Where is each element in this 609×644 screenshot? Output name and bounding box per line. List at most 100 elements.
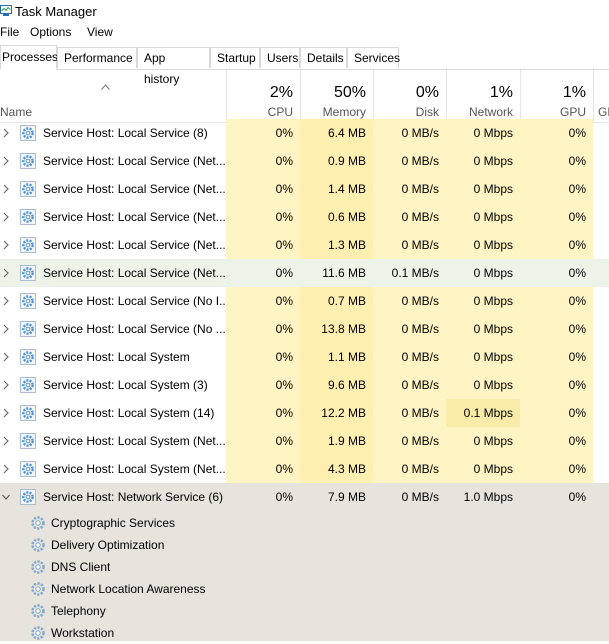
chevron-right-icon[interactable]	[2, 464, 10, 474]
column-name-label[interactable]: Name	[0, 105, 32, 119]
sort-ascending-icon[interactable]	[101, 84, 110, 90]
service-gear-icon	[20, 489, 36, 505]
tab-details[interactable]: Details	[300, 47, 347, 68]
column-gpu-engine[interactable]: GP	[593, 70, 609, 122]
tab-app-history[interactable]: App history	[137, 47, 210, 86]
process-row[interactable]: Service Host: Local Service (Net... 0% 0.6…	[0, 203, 609, 231]
process-row[interactable]: Service Host: Local System (Net... 0% 1.9 …	[0, 427, 609, 455]
tab-strip: Processes Performance App history Startu…	[0, 45, 609, 86]
service-child-row[interactable]: Network Location Awareness	[0, 578, 609, 600]
process-row[interactable]: Service Host: Local System (3) 0% 9.6 MB 0 …	[0, 371, 609, 399]
menu-view[interactable]: View	[87, 25, 113, 39]
service-child-name: Network Location Awareness	[51, 582, 206, 596]
network-cell: 0 Mbps	[446, 147, 520, 175]
chevron-right-icon[interactable]	[2, 268, 10, 278]
tab-processes[interactable]: Processes	[0, 45, 58, 70]
service-gear-icon	[20, 405, 36, 421]
service-gear-icon	[31, 604, 45, 618]
cpu-cell: 0%	[226, 315, 300, 343]
chevron-right-icon[interactable]	[2, 436, 10, 446]
process-row[interactable]: Service Host: Local System (14) 0% 12.2 MB…	[0, 399, 609, 427]
service-child-row[interactable]: Telephony	[0, 600, 609, 622]
chevron-right-icon[interactable]	[2, 184, 10, 194]
process-row[interactable]: Service Host: Local System 0% 1.1 MB 0 MB/s…	[0, 343, 609, 371]
process-row[interactable]: Service Host: Local Service (8) 0% 6.4 MB 0…	[0, 119, 609, 147]
process-row[interactable]: Service Host: Local Service (Net... 0% 11.…	[0, 259, 609, 287]
column-disk[interactable]: 0% Disk	[373, 70, 446, 122]
chevron-right-icon[interactable]	[2, 324, 10, 334]
network-cell: 1.0 Mbps	[463, 490, 513, 504]
memory-cell: 9.6 MB	[300, 371, 373, 399]
column-network[interactable]: 1% Network	[446, 70, 520, 122]
service-gear-icon	[20, 377, 36, 393]
process-row[interactable]: Service Host: Local Service (Net... 0% 0.9…	[0, 147, 609, 175]
gpu-cell: 0%	[520, 147, 593, 175]
process-row[interactable]: Service Host: Network Service (6) 0% 7.9 M…	[0, 483, 609, 511]
memory-cell: 0.9 MB	[300, 147, 373, 175]
title-bar: Task Manager	[0, 0, 609, 22]
process-row[interactable]: Service Host: Local Service (No I... 0% 0.…	[0, 287, 609, 315]
column-gpu[interactable]: 1% GPU	[520, 70, 593, 122]
process-row[interactable]: Service Host: Local Service (Net... 0% 1.4…	[0, 175, 609, 203]
gpu-cell: 0%	[520, 455, 593, 483]
process-name: Service Host: Local Service (No I...	[43, 294, 225, 308]
cpu-cell: 0%	[226, 119, 300, 147]
task-manager-app-icon	[0, 5, 12, 16]
network-total-percent: 1%	[489, 84, 513, 101]
memory-cell: 1.9 MB	[300, 427, 373, 455]
service-gear-icon	[20, 349, 36, 365]
service-gear-icon	[20, 433, 36, 449]
disk-cell: 0 MB/s	[373, 455, 446, 483]
service-child-row[interactable]: DNS Client	[0, 556, 609, 578]
tab-performance[interactable]: Performance	[57, 47, 137, 68]
tab-services[interactable]: Services	[347, 47, 400, 68]
tab-startup[interactable]: Startup	[210, 47, 260, 68]
chevron-right-icon[interactable]	[2, 240, 10, 250]
process-name: Service Host: Local Service (Net...	[43, 210, 225, 224]
service-child-name: Cryptographic Services	[51, 516, 176, 530]
service-gear-icon	[20, 237, 36, 253]
gpu-cell: 0%	[520, 119, 593, 147]
column-cpu[interactable]: 2% CPU	[226, 70, 300, 122]
disk-cell: 0 MB/s	[373, 231, 446, 259]
disk-cell: 0 MB/s	[373, 427, 446, 455]
process-row[interactable]: Service Host: Local System (Net... 0% 4.3 …	[0, 455, 609, 483]
gpu-cell: 0%	[568, 266, 586, 280]
service-child-row[interactable]: Cryptographic Services	[0, 512, 609, 534]
cpu-cell: 0%	[275, 490, 293, 504]
memory-cell: 1.3 MB	[300, 231, 373, 259]
service-child-row[interactable]: Delivery Optimization	[0, 534, 609, 556]
column-memory[interactable]: 50% Memory	[300, 70, 373, 122]
service-child-name: DNS Client	[51, 560, 111, 574]
chevron-right-icon[interactable]	[2, 408, 10, 418]
process-row[interactable]: Service Host: Local Service (No ... 0% 13.…	[0, 315, 609, 343]
chevron-down-icon[interactable]	[2, 492, 10, 502]
menu-file[interactable]: File	[0, 25, 19, 39]
chevron-right-icon[interactable]	[2, 212, 10, 222]
cpu-cell: 0%	[226, 175, 300, 203]
chevron-right-icon[interactable]	[2, 156, 10, 166]
process-name: Service Host: Network Service (6)	[43, 490, 224, 504]
gpu-cell: 0%	[520, 315, 593, 343]
tab-users[interactable]: Users	[260, 47, 300, 68]
gpu-cell: 0%	[520, 399, 593, 427]
window-title: Task Manager	[15, 4, 97, 19]
chevron-right-icon[interactable]	[2, 380, 10, 390]
gpu-cell: 0%	[520, 175, 593, 203]
memory-cell: 6.4 MB	[300, 119, 373, 147]
chevron-right-icon[interactable]	[2, 128, 10, 138]
menu-options[interactable]: Options	[30, 25, 71, 39]
memory-total-percent: 50%	[333, 84, 366, 101]
chevron-right-icon[interactable]	[2, 296, 10, 306]
service-gear-icon	[20, 153, 36, 169]
chevron-right-icon[interactable]	[2, 352, 10, 362]
network-cell: 0 Mbps	[446, 315, 520, 343]
network-cell: 0 Mbps	[446, 343, 520, 371]
disk-cell: 0 MB/s	[373, 399, 446, 427]
service-gear-icon	[20, 293, 36, 309]
process-name: Service Host: Local Service (Net...	[43, 238, 225, 252]
memory-cell: 1.4 MB	[300, 175, 373, 203]
process-name: Service Host: Local System (3)	[43, 378, 208, 392]
process-row[interactable]: Service Host: Local Service (Net... 0% 1.3…	[0, 231, 609, 259]
service-gear-icon	[20, 461, 36, 477]
